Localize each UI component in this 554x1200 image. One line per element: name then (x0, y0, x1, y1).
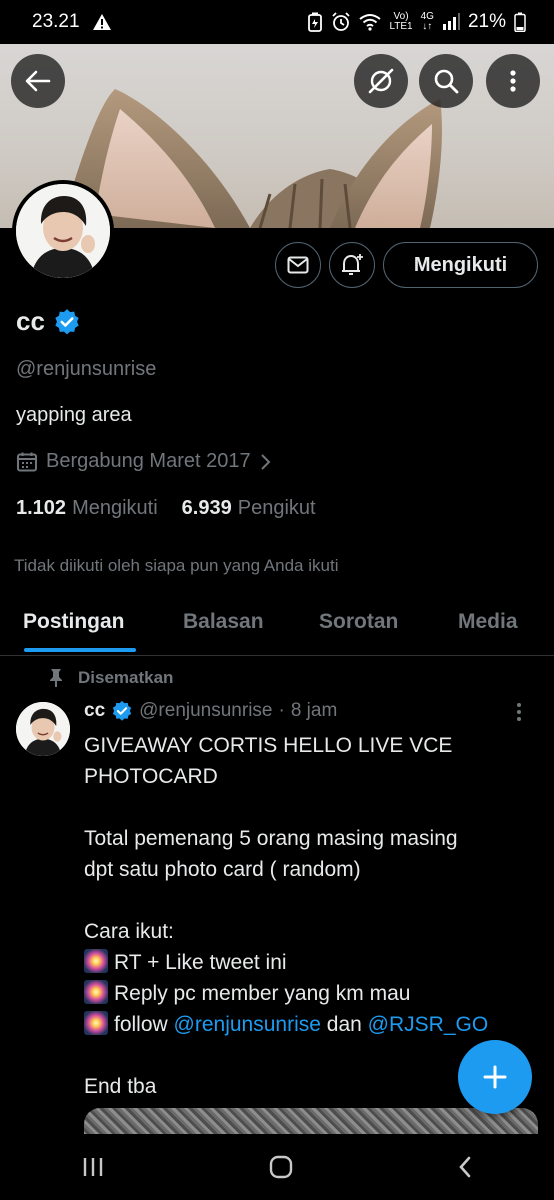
post-author-name[interactable]: cc (84, 700, 105, 722)
joined-text: Bergabung Maret 2017 (46, 450, 251, 472)
system-nav-bar (0, 1134, 554, 1200)
battery-percent: 21% (467, 11, 506, 32)
more-button[interactable] (486, 54, 540, 108)
followed-by-note: Tidak diikuti oleh siapa pun yang Anda i… (14, 556, 339, 575)
compose-button[interactable] (458, 1040, 532, 1114)
profile-joined[interactable]: Bergabung Maret 2017 (16, 450, 271, 473)
signal-icon (442, 13, 460, 30)
sparkler-emoji-icon (84, 980, 108, 1004)
post-line: dpt satu photo card ( random) (84, 858, 361, 881)
sparkler-emoji-icon (84, 949, 108, 973)
plus-icon (483, 1065, 507, 1089)
search-icon (434, 69, 459, 94)
avatar-image (16, 184, 110, 278)
followers-label: Pengikut (237, 497, 316, 519)
post-header: cc @renjunsunrise · 8 jam (84, 700, 337, 722)
wifi-icon (359, 14, 382, 31)
profile-name-row: cc (16, 306, 81, 337)
active-tab-indicator (24, 648, 136, 652)
grok-button[interactable] (354, 54, 408, 108)
tab-media[interactable]: Media (458, 610, 518, 634)
following-count: 1.102 (16, 497, 67, 519)
post-more-button[interactable] (516, 702, 522, 727)
following-stat[interactable]: 1.102 Mengikuti (16, 497, 158, 520)
post-list-item: Reply pc member yang km mau (84, 978, 544, 1009)
sparkler-emoji-icon (84, 1011, 108, 1035)
more-vertical-icon (517, 703, 521, 721)
pin-icon (50, 669, 62, 687)
bell-plus-icon (342, 254, 363, 275)
post-author-handle[interactable]: @renjunsunrise (139, 700, 272, 722)
envelope-icon (287, 256, 309, 274)
tab-replies[interactable]: Balasan (183, 610, 264, 634)
mention-link[interactable]: @renjunsunrise (174, 1013, 321, 1036)
warning-icon (92, 14, 111, 30)
post-line: Cara ikut: (84, 920, 174, 943)
pinned-label: Disematkan (78, 668, 174, 687)
alarm-icon (332, 12, 351, 31)
search-button[interactable] (419, 54, 473, 108)
profile-avatar[interactable] (12, 180, 114, 282)
following-button[interactable]: Mengikuti (383, 242, 538, 288)
followers-stat[interactable]: 6.939 Pengikut (182, 497, 316, 520)
profile-handle: @renjunsunrise (16, 358, 157, 380)
post-list-item: follow @renjunsunrise dan @RJSR_GO (84, 1009, 544, 1040)
profile-display-name: cc (16, 306, 45, 336)
chevron-right-icon (260, 453, 271, 470)
message-button[interactable] (275, 242, 321, 288)
network-indicator: 4G ↓↑ (420, 11, 434, 32)
tab-highlights[interactable]: Sorotan (319, 610, 398, 634)
post-line: Total pemenang 5 orang masing masing (84, 827, 458, 850)
notify-button[interactable] (329, 242, 375, 288)
post-separator: · (278, 700, 285, 721)
recent-apps-icon[interactable] (81, 1156, 105, 1178)
status-bar: 23.21 Vo) LTE1 4G ↓↑ 21% (0, 0, 554, 44)
status-time: 23.21 (32, 11, 80, 32)
profile-tabs: Postingan Balasan Sorotan Media (0, 596, 554, 656)
post-time[interactable]: 8 jam (291, 700, 337, 722)
avatar-image (16, 702, 70, 756)
profile-stats: 1.102 Mengikuti 6.939 Pengikut (16, 497, 316, 520)
back-button[interactable] (11, 54, 65, 108)
tab-posts[interactable]: Postingan (23, 610, 125, 634)
battery-icon (514, 12, 526, 32)
verified-badge-icon (112, 700, 132, 721)
arrow-left-icon (25, 70, 51, 92)
home-icon[interactable] (268, 1154, 294, 1180)
post-line: GIVEAWAY CORTIS HELLO LIVE VCE (84, 734, 453, 757)
mention-link[interactable]: @RJSR_GO (368, 1013, 489, 1036)
post-author-avatar[interactable] (16, 702, 70, 756)
battery-saver-icon (308, 12, 323, 32)
calendar-icon (17, 452, 37, 471)
post-list-item: RT + Like tweet ini (84, 947, 544, 978)
following-label: Mengikuti (72, 497, 158, 519)
more-vertical-icon (510, 70, 516, 92)
verified-badge-icon[interactable] (53, 308, 81, 336)
volte-indicator: Vo) LTE1 (389, 11, 413, 32)
grok-icon (368, 68, 394, 94)
profile-bio: yapping area (16, 404, 132, 426)
pinned-label-row: Disematkan (48, 668, 173, 688)
back-nav-icon[interactable] (457, 1155, 473, 1179)
post-line: PHOTOCARD (84, 765, 218, 788)
followers-count: 6.939 (181, 497, 232, 519)
